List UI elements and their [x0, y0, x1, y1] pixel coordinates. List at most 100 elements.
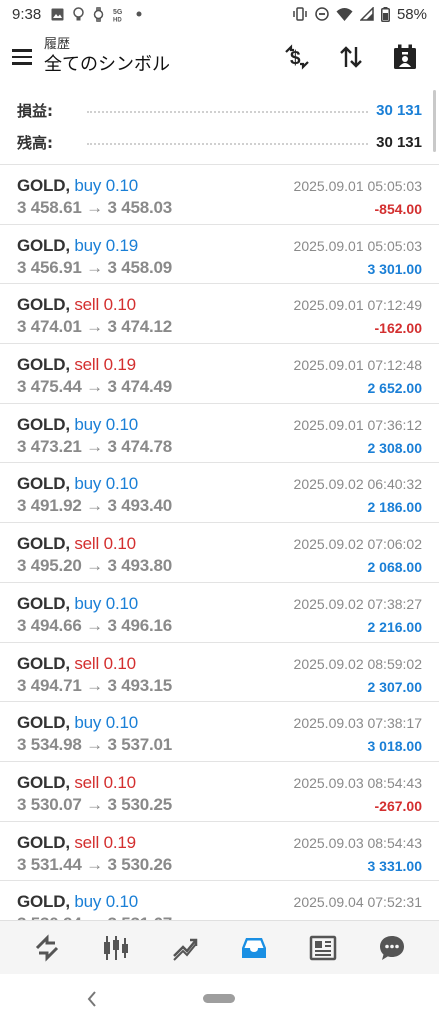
nav-trade[interactable] — [160, 926, 210, 970]
trade-profit: 2 307.00 — [367, 678, 423, 695]
app-bar: 履歴 全てのシンボル $ — [0, 28, 439, 86]
trade-symbol: GOLD — [17, 176, 66, 195]
trade-close-price: 3 493.80 — [107, 556, 173, 576]
back-button[interactable] — [80, 987, 104, 1011]
arrow-right-icon: → — [81, 556, 108, 576]
arrow-right-icon: → — [81, 198, 108, 217]
trade-row[interactable]: GOLD, buy 0.10 3 458.61 → 3 458.03 2025.09… — [0, 165, 439, 225]
profit-label: 損益: — [17, 101, 53, 120]
trade-list[interactable]: GOLD, buy 0.10 3 458.61 → 3 458.03 2025.09… — [0, 164, 439, 920]
balance-label: 残高: — [17, 133, 53, 152]
nav-history[interactable] — [229, 926, 279, 970]
status-bar: 9:38 5G HD 58% — [0, 0, 439, 28]
trade-prices: 3 534.98 → 3 537.01 — [17, 735, 172, 755]
arrow-right-icon: → — [81, 436, 108, 456]
trade-row[interactable]: GOLD, buy 0.10 3 534.98 → 3 537.01 2025.09… — [0, 702, 439, 762]
trade-open-price: 3 456.91 — [17, 257, 82, 277]
dnd-icon — [315, 7, 329, 21]
dotted-leader — [87, 111, 369, 113]
trade-side: sell — [74, 355, 100, 375]
balance-row: 残高: 30 131 — [0, 126, 439, 158]
system-nav — [0, 974, 439, 1024]
trade-row[interactable]: GOLD, sell 0.10 3 474.01 → 3 474.12 2025.0… — [0, 284, 439, 345]
image-icon — [51, 8, 64, 20]
trade-row[interactable]: GOLD, sell 0.10 3 494.71 → 3 493.15 2025.0… — [0, 643, 439, 703]
trade-open-price: 3 495.20 — [17, 556, 82, 576]
trade-symbol: GOLD — [17, 474, 66, 494]
arrow-right-icon: → — [81, 257, 108, 277]
status-icons-left: 5G HD — [51, 6, 142, 22]
trade-row[interactable]: GOLD, buy 0.19 3 456.91 → 3 458.09 2025.09… — [0, 225, 439, 285]
trade-volume: 0.19 — [103, 832, 136, 852]
trade-symbol: GOLD — [17, 295, 66, 315]
calendar-button[interactable] — [385, 37, 425, 77]
trade-prices: 3 475.44 → 3 474.49 — [17, 377, 172, 397]
dot-icon — [136, 11, 142, 17]
trade-open-price: 3 473.21 — [17, 436, 82, 456]
nav-quotes[interactable] — [22, 926, 72, 970]
trade-title: GOLD, sell 0.10 — [17, 772, 136, 792]
nav-news[interactable] — [298, 926, 348, 970]
arrow-right-icon: → — [81, 615, 108, 635]
news-icon — [309, 935, 337, 960]
trade-close-price: 3 496.16 — [107, 615, 173, 635]
scrollbar[interactable] — [433, 90, 436, 152]
trade-profit: -162.00 — [374, 320, 422, 337]
trade-date: 2025.09.02 06:40:32 — [293, 476, 422, 493]
menu-icon[interactable] — [0, 28, 44, 86]
chat-icon — [380, 935, 405, 960]
trade-profit: 2 186.00 — [367, 499, 423, 516]
trade-row[interactable]: GOLD, sell 0.19 3 531.44 → 3 530.26 2025.0… — [0, 822, 439, 882]
trade-open-price: 3 531.44 — [17, 854, 82, 874]
nav-chart[interactable] — [91, 926, 141, 970]
trade-prices: 3 474.01 → 3 474.12 — [17, 317, 172, 337]
status-icons-right: 58% — [292, 6, 427, 23]
trade-profit: 3 018.00 — [367, 738, 423, 755]
page-title[interactable]: 全てのシンボル — [44, 53, 170, 77]
trade-profit: -854.00 — [374, 201, 422, 217]
trade-volume: 0.10 — [103, 534, 136, 554]
trade-row[interactable]: GOLD, buy 0.103 530.94 → 3 531.672025.09… — [0, 881, 439, 920]
arrow-right-icon: → — [81, 854, 108, 874]
trade-date: 2025.09.03 07:38:17 — [293, 715, 422, 732]
currency-exchange-icon: $ — [285, 44, 309, 70]
trade-volume: 0.10 — [103, 295, 136, 315]
trade-side: buy — [74, 713, 102, 733]
appbar-actions: $ — [277, 37, 439, 77]
trade-prices: 3 458.61 → 3 458.03 — [17, 198, 172, 218]
wifi-icon — [336, 7, 353, 21]
trade-prices: 3 491.92 → 3 493.40 — [17, 496, 172, 516]
currency-exchange-button[interactable]: $ — [277, 37, 317, 77]
trade-row[interactable]: GOLD, buy 0.10 3 491.92 → 3 493.40 2025.09… — [0, 463, 439, 524]
status-time: 9:38 — [12, 5, 42, 23]
trade-row[interactable]: GOLD, buy 0.10 3 473.21 → 3 474.78 2025.09… — [0, 404, 439, 464]
trade-profit: 2 068.00 — [367, 559, 423, 576]
trade-volume: 0.10 — [105, 474, 138, 494]
trade-symbol: GOLD — [17, 593, 66, 613]
chart-icon — [103, 935, 128, 960]
trade-row[interactable]: GOLD, sell 0.19 3 475.44 → 3 474.49 2025.0… — [0, 344, 439, 404]
sort-button[interactable] — [331, 37, 371, 77]
trade-title: GOLD, buy 0.10 — [17, 414, 138, 434]
trade-title: GOLD, sell 0.10 — [17, 653, 136, 673]
trade-close-price: 3 458.09 — [107, 257, 173, 277]
trade-date: 2025.09.01 05:05:03 — [293, 237, 422, 254]
trade-row[interactable]: GOLD, sell 0.10 3 530.07 → 3 530.25 2025.0… — [0, 762, 439, 822]
home-button[interactable] — [203, 994, 235, 1003]
bulb-icon — [73, 6, 84, 20]
trade-open-price: 3 491.92 — [17, 496, 82, 516]
summary-panel: 損益: 30 131 残高: 30 131 — [0, 94, 439, 158]
trade-date: 2025.09.01 07:36:12 — [293, 416, 422, 433]
signal-icon — [359, 7, 374, 21]
arrow-right-icon: → — [81, 675, 108, 695]
profit-value: 30 131 — [376, 101, 422, 119]
nav-chat[interactable] — [367, 926, 417, 970]
trade-volume: 0.10 — [103, 653, 136, 673]
trade-open-price: 3 494.71 — [17, 675, 82, 695]
trade-close-price: 3 537.01 — [107, 735, 173, 755]
trade-side: sell — [74, 832, 100, 852]
trade-side: sell — [74, 534, 100, 554]
trade-row[interactable]: GOLD, buy 0.10 3 494.66 → 3 496.16 2025.09… — [0, 583, 439, 643]
trade-row[interactable]: GOLD, sell 0.10 3 495.20 → 3 493.80 2025.0… — [0, 523, 439, 583]
trade-prices: 3 495.20 → 3 493.80 — [17, 556, 172, 576]
